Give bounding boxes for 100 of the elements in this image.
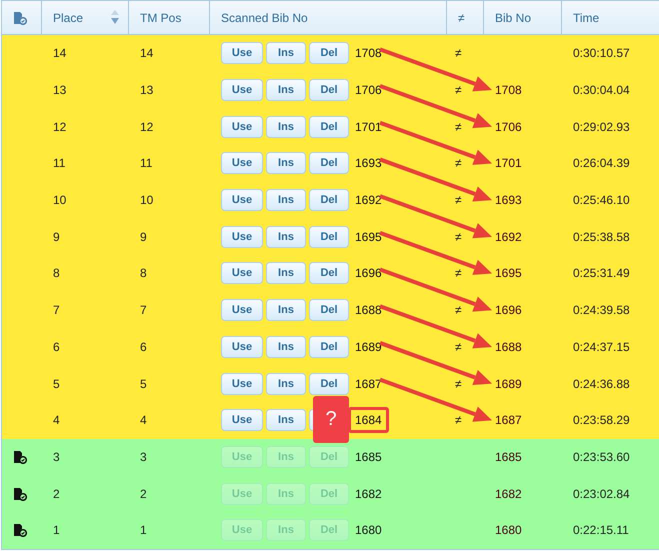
row-action-button[interactable]: Del: [309, 299, 349, 322]
not-equal-cell: ≠: [455, 83, 462, 98]
row-action-button[interactable]: Use: [221, 372, 263, 395]
time-cell: 0:30:04.04: [573, 83, 630, 98]
table-row[interactable]: 5 5 Use Ins Del 1687 ≠ 1689 0:24:36.88: [2, 365, 659, 402]
row-action-button[interactable]: Ins: [266, 262, 306, 284]
time-cell: 0:24:36.88: [573, 376, 630, 391]
table-row[interactable]: 13 13 Use Ins Del 1706 ≠ 1708 0:30:04.04: [2, 72, 659, 108]
row-action-button[interactable]: Del: [309, 262, 349, 284]
row-action-button[interactable]: Del: [309, 189, 349, 212]
file-check-icon: [13, 486, 27, 501]
bib-cell: 1682: [495, 486, 522, 501]
place-cell: 1: [53, 523, 60, 538]
not-equal-cell: ≠: [455, 46, 462, 60]
column-header[interactable]: Bib No: [495, 10, 532, 24]
bib-cell: 1680: [495, 523, 522, 538]
tm-pos-cell: 1: [140, 523, 147, 538]
column-header[interactable]: Scanned Bib No: [221, 10, 308, 24]
table-row[interactable]: 10 10 Use Ins Del 1692 ≠ 1693 0:25:46.10: [2, 182, 659, 218]
row-action-button[interactable]: Del: [309, 116, 349, 138]
table-row[interactable]: 12 12 Use Ins Del 1701 ≠ 1706 0:29:02.93: [2, 108, 659, 146]
row-action-button[interactable]: Del: [309, 79, 349, 102]
row-action-button[interactable]: Use: [221, 42, 263, 64]
row-action-button[interactable]: Use: [221, 336, 263, 358]
row-action-button[interactable]: Ins: [266, 116, 306, 138]
tm-pos-cell: 7: [140, 303, 147, 318]
table-row[interactable]: 14 14 Use Ins Del 1708 ≠ 0:30:10.57: [2, 35, 659, 72]
bib-cell: 1695: [495, 266, 522, 280]
table-row[interactable]: 9 9 Use Ins Del 1695 ≠ 1692 0:25:38.58: [2, 218, 659, 256]
row-action-button[interactable]: Ins: [266, 42, 306, 64]
place-cell: 6: [53, 340, 60, 354]
table-row[interactable]: 6 6 Use Ins Del 1689 ≠ 1688 0:24:37.15: [2, 328, 659, 366]
row-action-button[interactable]: Del: [309, 226, 349, 248]
tm-pos-cell: 2: [140, 486, 147, 501]
row-action-button[interactable]: Ins: [266, 299, 306, 322]
row-action-button[interactable]: Use: [221, 152, 263, 174]
time-cell: 0:30:10.57: [573, 46, 630, 60]
row-action-button[interactable]: Ins: [266, 152, 306, 174]
bib-cell: 1685: [495, 450, 522, 464]
row-action-button[interactable]: Ins: [266, 336, 306, 358]
row-action-button[interactable]: Ins: [266, 226, 306, 248]
tm-pos-cell: 10: [140, 193, 154, 208]
place-cell: 8: [53, 266, 60, 280]
scanned-bib-cell-text: 1682: [354, 486, 383, 503]
file-check-icon: [13, 10, 27, 24]
bib-cell: 1701: [495, 156, 522, 170]
row-action-button[interactable]: Ins: [266, 372, 306, 395]
place-cell: 5: [53, 376, 60, 391]
row-action-button[interactable]: Use: [221, 226, 263, 248]
row-action-button[interactable]: Del: [309, 42, 349, 64]
scanned-bib-cell-text: 1687: [354, 376, 383, 393]
place-cell: 2: [53, 486, 60, 501]
row-action-button[interactable]: Use: [221, 409, 263, 432]
not-equal-cell: ≠: [455, 413, 462, 428]
tm-pos-cell: 9: [140, 230, 147, 244]
row-action-button[interactable]: Ins: [266, 189, 306, 212]
time-cell: 0:23:58.29: [573, 413, 630, 428]
row-action-button[interactable]: Del: [309, 336, 349, 358]
time-cell: 0:25:46.10: [573, 193, 630, 208]
scanned-bib-cell-text: 1685: [354, 448, 383, 466]
row-action-button[interactable]: Ins: [266, 79, 306, 102]
scanned-bib-cell-text: 1706: [354, 82, 383, 100]
row-action-button[interactable]: Del: [309, 152, 349, 174]
place-cell: 11: [53, 156, 66, 170]
column-header[interactable]: TM Pos: [140, 10, 182, 24]
row-action-button[interactable]: Use: [221, 262, 263, 284]
not-equal-cell: ≠: [455, 230, 462, 244]
tm-pos-cell: 14: [140, 46, 154, 60]
sort-icon[interactable]: [111, 10, 119, 24]
column-header[interactable]: Time: [573, 10, 600, 24]
row-action-button[interactable]: Use: [221, 79, 263, 102]
place-cell: 14: [53, 46, 66, 60]
row-action-button[interactable]: Use: [221, 116, 263, 138]
tm-pos-cell: 12: [140, 120, 154, 134]
not-equal-cell: ≠: [455, 303, 462, 318]
row-action-button[interactable]: Use: [221, 299, 263, 322]
bib-cell: 1693: [495, 193, 522, 208]
table-row[interactable]: 11 11 Use Ins Del 1693 ≠ 1701 0:26:04.39: [2, 145, 659, 182]
table-row[interactable]: 7 7 Use Ins Del 1688 ≠ 1696 0:24:39.58: [2, 292, 659, 328]
scanned-bib-cell-text: 1692: [354, 192, 383, 210]
question-tooltip: ?: [313, 396, 349, 443]
not-equal-cell: ≠: [455, 156, 462, 170]
scanned-bib-cell-text: 1701: [354, 118, 383, 136]
scanned-bib-cell-text: 1680: [354, 522, 383, 540]
file-check-icon: [13, 523, 27, 538]
scanned-bib-cell-text: 1689: [354, 338, 383, 356]
row-action-button[interactable]: Use: [221, 189, 263, 212]
bib-cell: 1708: [495, 83, 522, 98]
tm-pos-cell: 4: [140, 413, 147, 428]
column-header[interactable]: ≠: [458, 10, 465, 24]
tm-pos-cell: 11: [140, 156, 152, 170]
row-action-button[interactable]: Ins: [266, 409, 306, 432]
table-row[interactable]: 8 8 Use Ins Del 1696 ≠ 1695 0:25:31.49: [2, 255, 659, 292]
time-cell: 0:26:04.39: [573, 156, 630, 170]
not-equal-cell: ≠: [455, 340, 462, 354]
column-header[interactable]: Place: [53, 10, 84, 24]
row-action-button[interactable]: Del: [309, 372, 349, 395]
file-check-icon: [13, 450, 27, 464]
not-equal-cell: ≠: [455, 376, 462, 391]
bib-cell: 1696: [495, 303, 522, 318]
